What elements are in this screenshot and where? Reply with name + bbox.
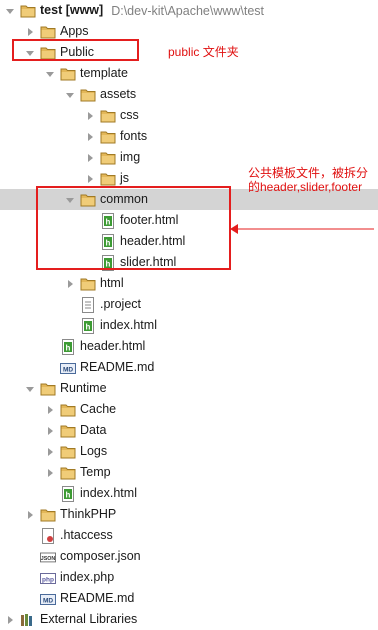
- annotation-arrow: [230, 224, 374, 234]
